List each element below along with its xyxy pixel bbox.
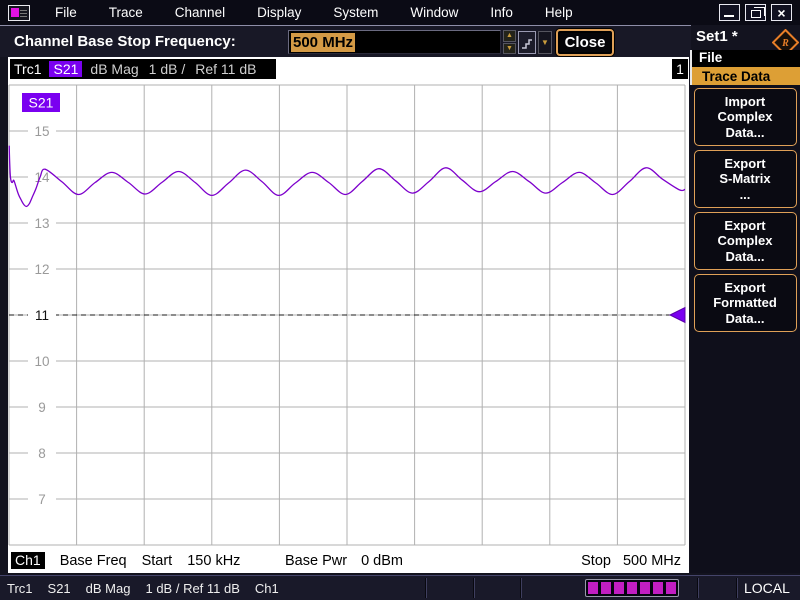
y-axis-label: 13 — [34, 216, 49, 231]
y-axis-label: 8 — [38, 446, 46, 461]
menu-item-help[interactable]: Help — [529, 2, 589, 23]
trace-info-bar[interactable]: Trc1 S21 dB Mag 1 dB / Ref 11 dB — [10, 59, 277, 79]
trace-scale: 1 dB / — [148, 61, 186, 77]
start-label: Start — [141, 552, 173, 569]
restore-button[interactable] — [745, 4, 766, 21]
menu-items: File Trace Channel Display System Window Info H… — [39, 2, 589, 23]
progress-segment — [666, 582, 676, 594]
svg-text:R: R — [781, 38, 789, 49]
progress-segment — [653, 582, 663, 594]
trace-measurement-badge: S21 — [49, 61, 83, 77]
app-icon-grid — [20, 8, 27, 17]
frequency-input-value: 500 MHz — [291, 32, 356, 52]
start-value: 150 kHz — [187, 552, 241, 569]
menu-item-system[interactable]: System — [317, 2, 394, 23]
progress-segment — [601, 582, 611, 594]
close-entry-button[interactable]: Close — [556, 29, 614, 56]
base-freq-label: Base Freq — [59, 552, 127, 569]
sweep-progress-indicator — [585, 579, 679, 597]
status-separator — [473, 578, 475, 598]
status-item-0: Trc1 — [7, 581, 33, 596]
status-separator — [736, 578, 738, 598]
progress-segment — [614, 582, 624, 594]
frequency-input[interactable]: 500 MHz — [288, 30, 501, 54]
status-separator — [425, 578, 427, 598]
menu-item-window[interactable]: Window — [394, 2, 474, 23]
trace-name: Trc1 — [14, 61, 42, 77]
ref-level-marker[interactable] — [668, 306, 686, 324]
status-separator — [697, 578, 699, 598]
progress-segment — [588, 582, 598, 594]
chevron-down-icon: ▼ — [541, 38, 549, 47]
value-spinner: ▲ ▼ — [503, 30, 516, 54]
spin-up-button[interactable]: ▲ — [503, 30, 516, 42]
trace-ref: Ref 11 dB — [195, 61, 257, 77]
step-icon — [522, 38, 532, 49]
softkey-export-complex-data[interactable]: Export Complex Data... — [693, 212, 797, 270]
channel-info-bar: Ch1 Base Freq Start 150 kHz Base Pwr 0 d… — [8, 550, 689, 572]
minimize-icon — [724, 15, 734, 17]
softkey-submenu-title[interactable]: Trace Data — [690, 67, 800, 85]
setup-name: Set1 * — [696, 28, 738, 45]
menu-item-trace[interactable]: Trace — [93, 2, 159, 23]
menu-item-display[interactable]: Display — [241, 2, 317, 23]
status-trace-info: Trc1 S21 dB Mag 1 dB / Ref 11 dB Ch1 — [7, 581, 294, 596]
spin-down-button[interactable]: ▼ — [503, 42, 516, 54]
diagram-window-number: 1 — [672, 59, 688, 79]
base-pwr-label: Base Pwr — [285, 553, 348, 569]
app-icon[interactable] — [8, 4, 30, 21]
softkey-import-complex-data[interactable]: Import Complex Data... — [693, 88, 797, 146]
window-controls: × — [719, 4, 792, 21]
stop-label: Stop — [581, 553, 611, 569]
minimize-button[interactable] — [719, 4, 740, 21]
app-icon-square — [11, 8, 20, 17]
entry-field-label: Channel Base Stop Frequency: — [14, 33, 236, 50]
softkey-buttons: Import Complex Data... Export S-Matrix ..… — [690, 85, 800, 332]
channel-badge: Ch1 — [11, 552, 45, 569]
entry-toolbar: Channel Base Stop Frequency: 500 MHz ▲ ▼… — [0, 25, 691, 57]
y-axis-label: 11 — [35, 308, 49, 323]
menu-item-file[interactable]: File — [39, 2, 93, 23]
menu-item-info[interactable]: Info — [474, 2, 529, 23]
base-pwr-value: 0 dBm — [361, 553, 403, 569]
y-axis-label: 10 — [34, 354, 49, 369]
step-size-button[interactable] — [518, 31, 536, 54]
y-axis-label: 7 — [38, 492, 46, 507]
close-icon: × — [777, 4, 786, 21]
stop-value: 500 MHz — [622, 553, 681, 569]
local-mode-label: LOCAL — [744, 580, 790, 596]
y-axis-label: 9 — [38, 400, 46, 415]
y-axis-label: 15 — [34, 124, 49, 139]
softkey-export-formatted-data[interactable]: Export Formatted Data... — [693, 274, 797, 332]
softkey-sidebar: File Trace Data Import Complex Data... Ex… — [690, 50, 800, 573]
menu-bar: File Trace Channel Display System Window Info H… — [0, 0, 800, 25]
softkey-menu-title[interactable]: File — [690, 50, 800, 67]
chart-trace-badge-label: S21 — [29, 95, 54, 111]
unit-dropdown-button[interactable]: ▼ — [538, 31, 552, 54]
status-separator — [520, 578, 522, 598]
trace-format: dB Mag — [90, 61, 139, 77]
status-item-1: S21 — [47, 581, 71, 596]
status-item-4: Ch1 — [254, 581, 279, 596]
status-item-2: dB Mag — [85, 581, 131, 596]
s21-trace-chart: 789101112131415S21 — [8, 84, 686, 546]
status-bar: Trc1 S21 dB Mag 1 dB / Ref 11 dB Ch1 LOCAL — [0, 575, 800, 600]
progress-segment — [627, 582, 637, 594]
progress-segment — [640, 582, 650, 594]
softkey-export-s-matrix[interactable]: Export S-Matrix ... — [693, 150, 797, 208]
y-axis-label: 12 — [34, 262, 49, 277]
restore-icon — [750, 6, 765, 18]
menu-item-channel[interactable]: Channel — [159, 2, 241, 23]
close-window-button[interactable]: × — [771, 4, 792, 21]
status-item-3: 1 dB / Ref 11 dB — [145, 581, 240, 596]
diagram-area: Trc1 S21 dB Mag 1 dB / Ref 11 dB 1 7 8 9 10… — [8, 57, 689, 573]
